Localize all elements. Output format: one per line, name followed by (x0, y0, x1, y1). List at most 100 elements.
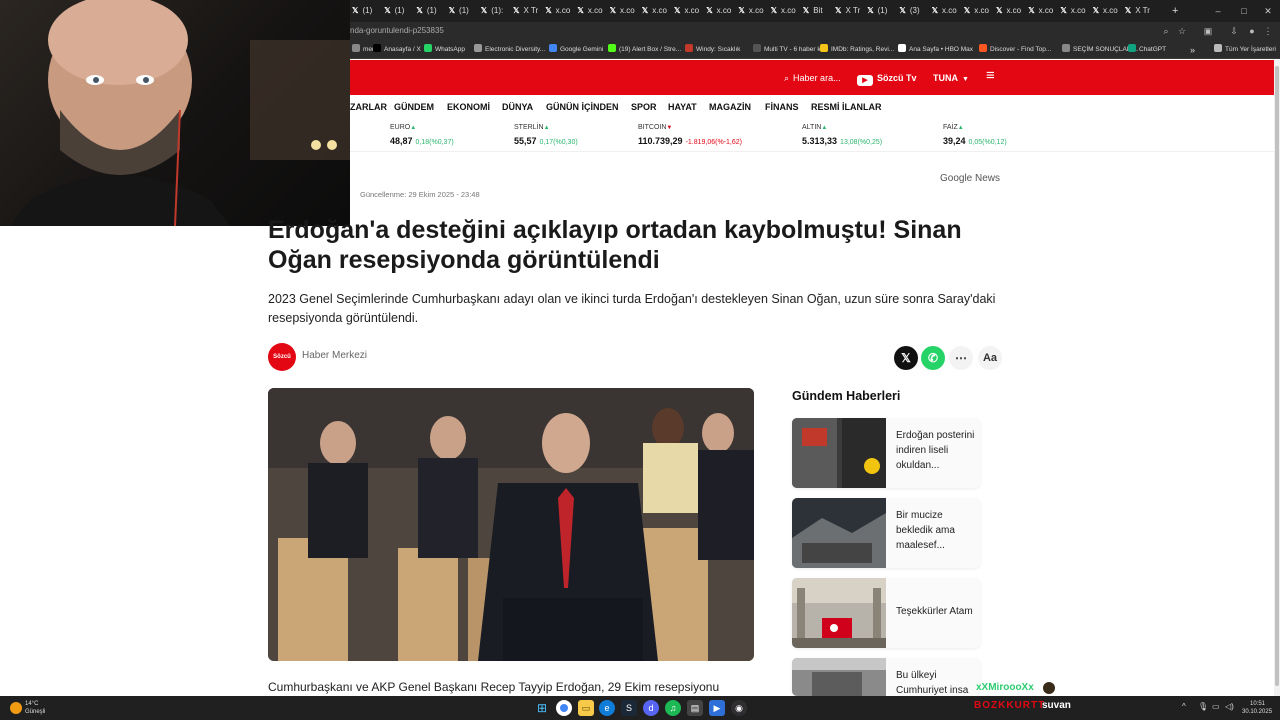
steam-icon[interactable]: S (621, 700, 637, 716)
all-bookmarks-folder[interactable]: Tüm Yer İşaretleri (1214, 44, 1276, 56)
search-box[interactable]: ⌕ Haber ara... (784, 71, 841, 85)
extensions-icon[interactable]: ▣ (1202, 25, 1214, 37)
sozcu-tv-link[interactable]: ▶ Sözcü Tv (857, 71, 917, 86)
more-options-icon[interactable]: ⋯ (949, 346, 973, 370)
bookmark-item[interactable]: Google Gemini (549, 44, 603, 56)
maximize-icon[interactable]: □ (1238, 5, 1250, 17)
mic-icon[interactable]: 🎙 (1198, 703, 1208, 711)
spotify-icon[interactable]: ♫ (665, 700, 681, 716)
browser-tab[interactable]: 𝕏x.co (674, 3, 704, 19)
browser-tab[interactable]: 𝕏X Tr (513, 3, 543, 19)
browser-tab[interactable]: 𝕏x.co (932, 3, 962, 19)
nav-item[interactable]: DÜNYA (502, 102, 533, 112)
discord-icon[interactable]: d (643, 700, 659, 716)
volume-icon[interactable]: ◁) (1225, 703, 1234, 711)
news-card[interactable]: Teşekkürler Atam (792, 578, 980, 648)
url-field[interactable]: nda-goruntulendi-p253835 (350, 25, 1150, 37)
obs-icon[interactable]: ◉ (731, 700, 747, 716)
nav-item[interactable]: GÜNÜN İÇİNDEN (546, 102, 619, 112)
browser-tab[interactable]: 𝕏X Tr (1125, 3, 1155, 19)
hamburger-menu-icon[interactable]: ≡ (986, 68, 995, 83)
close-window-icon[interactable]: ✕ (1262, 5, 1274, 17)
bookmark-item[interactable]: Windy: Sıcaklık (685, 44, 740, 56)
nav-item[interactable]: SPOR (631, 102, 657, 112)
browser-tab[interactable]: 𝕏 (3) (899, 3, 929, 19)
ticker-label: FAİZ▲ (943, 124, 964, 131)
edge-icon[interactable]: e (599, 700, 615, 716)
clock-date[interactable]: 30.10.2025 (1242, 708, 1272, 716)
browser-tab[interactable]: 𝕏x.co (577, 3, 607, 19)
menu-dots-icon[interactable]: ⋮ (1262, 25, 1274, 37)
new-tab-button[interactable]: + (1172, 3, 1186, 19)
clock-time[interactable]: 10:51 (1250, 700, 1265, 708)
browser-tab[interactable]: 𝕏x.co (996, 3, 1026, 19)
google-news-link[interactable]: Google News (940, 173, 1000, 184)
browser-tab[interactable]: 𝕏 (1) (352, 3, 382, 19)
search-placeholder: Haber ara... (793, 73, 841, 83)
page-scrollbar[interactable] (1274, 60, 1280, 696)
arrow-down-icon: ▼ (666, 125, 673, 131)
author-name[interactable]: Haber Merkezi (302, 350, 367, 361)
bookmark-item[interactable]: Ana Sayfa • HBO Max (898, 44, 973, 56)
nav-item[interactable]: HAYAT (668, 102, 697, 112)
bookmark-item[interactable]: (19) Alert Box / Stre... (608, 44, 681, 56)
browser-tab[interactable]: 𝕏 (1) (384, 3, 414, 19)
browser-tab[interactable]: 𝕏x.co (545, 3, 575, 19)
article-photo[interactable] (268, 388, 754, 661)
browser-tab[interactable]: 𝕏x.co (738, 3, 768, 19)
bookmark-item[interactable]: ChatGPT (1128, 44, 1166, 56)
bookmark-item[interactable]: Anasayfa / X (373, 44, 421, 56)
bookmark-item[interactable]: WhatsApp (424, 44, 465, 56)
browser-tab[interactable]: 𝕏X Tr (835, 3, 865, 19)
browser-tab[interactable]: 𝕏x.co (1028, 3, 1058, 19)
weather-desc[interactable]: Güneşli (25, 708, 45, 716)
bookmark-item[interactable]: Electronic Diversity... (474, 44, 545, 56)
browser-tab[interactable]: 𝕏x.co (642, 3, 672, 19)
bookmark-item[interactable]: Multi TV - 6 haber k... (753, 44, 826, 56)
profile-icon[interactable]: ● (1246, 25, 1258, 37)
news-card[interactable]: Bu ülkeyi Cumhuriyet insa (792, 658, 980, 696)
nav-item[interactable]: RESMİ İLANLAR (811, 102, 882, 112)
share-x-icon[interactable]: 𝕏 (894, 346, 918, 370)
app-icon[interactable]: ▤ (687, 700, 703, 716)
nav-item[interactable]: GÜNDEM (394, 102, 434, 112)
browser-tab[interactable]: 𝕏 Bit (803, 3, 833, 19)
browser-tab[interactable]: 𝕏 (1): (481, 3, 511, 19)
tray-chevron-icon[interactable]: ^ (1182, 703, 1186, 711)
share-whatsapp-icon[interactable]: ✆ (921, 346, 945, 370)
app-icon[interactable]: ▶ (709, 700, 725, 716)
browser-tab[interactable]: 𝕏 (1) (416, 3, 446, 19)
font-size-toggle[interactable]: Aa (978, 346, 1002, 370)
network-icon[interactable]: ▭ (1212, 703, 1220, 711)
bookmark-star-icon[interactable]: ☆ (1176, 25, 1188, 37)
nav-item[interactable]: ZARLAR (350, 102, 387, 112)
nav-item[interactable]: FİNANS (765, 102, 799, 112)
nav-item[interactable]: MAGAZİN (709, 102, 751, 112)
x-logo-icon: 𝕏 (545, 6, 552, 15)
file-explorer-icon[interactable]: ▭ (578, 700, 594, 716)
news-card[interactable]: Bir mucize bekledik ama maalesef... (792, 498, 980, 568)
minimize-icon[interactable]: – (1212, 5, 1224, 17)
news-card[interactable]: Erdoğan posterini indiren liseli okuldan… (792, 418, 980, 488)
nav-item[interactable]: EKONOMİ (447, 102, 490, 112)
scrollbar-thumb[interactable] (1275, 66, 1279, 686)
windows-start-icon[interactable]: ⊞ (534, 700, 550, 716)
zoom-icon[interactable]: ⌕ (1160, 25, 1172, 37)
weather-icon[interactable] (10, 702, 22, 714)
user-menu[interactable]: TUNA ▼ (933, 71, 969, 87)
browser-tab[interactable]: 𝕏x.co (771, 3, 801, 19)
bookmark-item[interactable]: IMDb: Ratings, Revi... (820, 44, 894, 56)
browser-tab[interactable]: 𝕏 (1) (449, 3, 479, 19)
browser-tab[interactable]: 𝕏x.co (1093, 3, 1123, 19)
browser-tab[interactable]: 𝕏x.co (610, 3, 640, 19)
weather-temp[interactable]: 14°C (25, 700, 38, 708)
bookmarks-more-button[interactable]: » (1190, 44, 1195, 56)
browser-tab[interactable]: 𝕏x.co (706, 3, 736, 19)
downloads-icon[interactable]: ⇩ (1228, 25, 1240, 37)
browser-tab[interactable]: 𝕏x.co (964, 3, 994, 19)
browser-tab[interactable]: 𝕏 (1) (867, 3, 897, 19)
author-avatar[interactable]: Sözcü (268, 343, 296, 371)
browser-tab[interactable]: 𝕏x.co (1060, 3, 1090, 19)
bookmark-item[interactable]: Discover - Find Top... (979, 44, 1051, 56)
chrome-icon[interactable] (556, 700, 572, 716)
